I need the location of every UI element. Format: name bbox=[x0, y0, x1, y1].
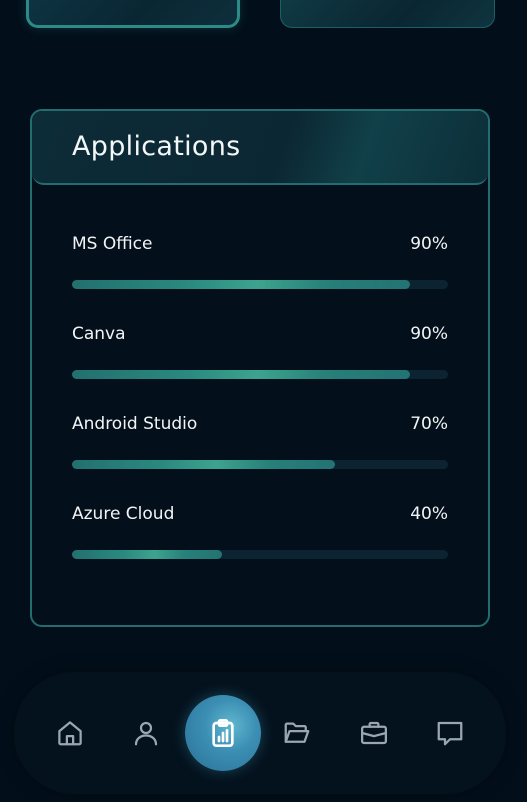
skill-percent: 90% bbox=[410, 324, 448, 344]
skill-name: Canva bbox=[72, 324, 126, 344]
nav-home[interactable] bbox=[40, 672, 100, 794]
skill-name: Azure Cloud bbox=[72, 504, 175, 524]
skill-percent: 70% bbox=[410, 414, 448, 434]
nav-projects[interactable] bbox=[267, 672, 327, 794]
applications-card: Applications MS Office 90% Canva 90% And… bbox=[30, 109, 490, 627]
folder-open-icon bbox=[284, 722, 310, 743]
nav-profile[interactable] bbox=[116, 672, 176, 794]
top-card-right[interactable] bbox=[280, 0, 495, 28]
applications-title: Applications bbox=[72, 131, 241, 162]
skill-item: Canva 90% bbox=[72, 324, 448, 384]
skill-percent: 90% bbox=[410, 234, 448, 254]
home-icon bbox=[58, 721, 82, 746]
nav-experience[interactable] bbox=[344, 672, 404, 794]
skill-progress-track bbox=[72, 460, 448, 469]
briefcase-icon bbox=[361, 721, 387, 745]
skill-progress-fill bbox=[72, 460, 336, 469]
applications-header: Applications bbox=[32, 111, 488, 185]
skill-progress-fill bbox=[72, 550, 223, 559]
nav-contact[interactable] bbox=[420, 672, 480, 794]
skill-name: MS Office bbox=[72, 234, 153, 254]
skill-name: Android Studio bbox=[72, 414, 198, 434]
skill-progress-track bbox=[72, 370, 448, 379]
clipboard-chart-icon bbox=[212, 719, 234, 747]
bottom-nav bbox=[14, 672, 506, 794]
skill-item: Android Studio 70% bbox=[72, 414, 448, 474]
top-card-left[interactable] bbox=[26, 0, 240, 28]
user-icon bbox=[134, 721, 158, 746]
skill-progress-fill bbox=[72, 280, 411, 289]
skill-progress-track bbox=[72, 280, 448, 289]
skill-item: MS Office 90% bbox=[72, 234, 448, 294]
chat-icon bbox=[437, 721, 463, 746]
nav-applications[interactable] bbox=[185, 695, 261, 771]
page: Applications MS Office 90% Canva 90% And… bbox=[0, 0, 527, 802]
skill-percent: 40% bbox=[410, 504, 448, 524]
skill-progress-fill bbox=[72, 370, 411, 379]
skill-progress-track bbox=[72, 550, 448, 559]
skill-item: Azure Cloud 40% bbox=[72, 504, 448, 564]
